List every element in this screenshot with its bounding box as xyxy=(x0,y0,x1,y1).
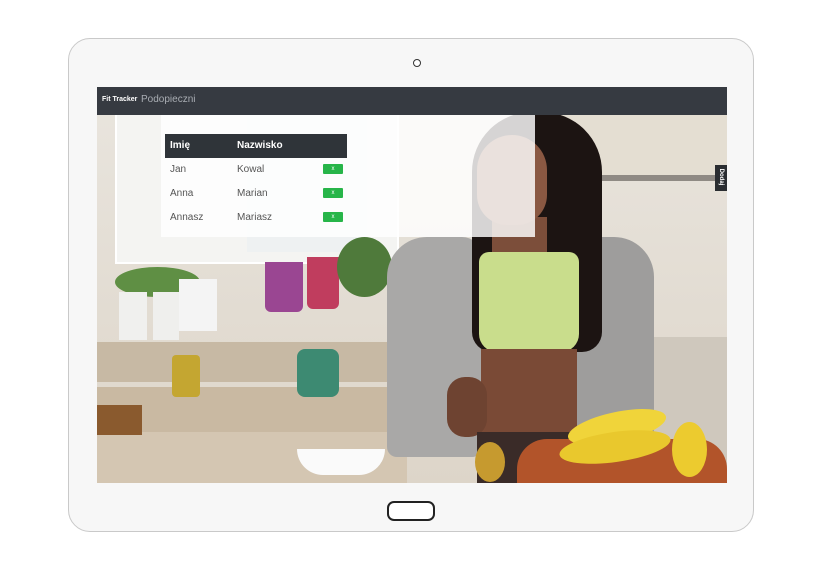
add-button[interactable]: Dodaj xyxy=(715,165,727,191)
first-name-cell: Anna xyxy=(170,188,194,199)
home-button[interactable] xyxy=(387,501,435,521)
delete-button[interactable]: x xyxy=(323,188,343,198)
table-row: Annasz Mariasz x xyxy=(165,206,347,230)
first-name-cell: Annasz xyxy=(170,212,204,223)
delete-button[interactable]: x xyxy=(323,212,343,222)
delete-button[interactable]: x xyxy=(323,164,343,174)
last-name-cell: Mariasz xyxy=(237,212,273,223)
last-name-cell: Marian xyxy=(237,188,268,199)
nav-link-podopieczni[interactable]: Podopieczni xyxy=(141,94,195,105)
brand-link[interactable]: Fit Tracker xyxy=(102,96,137,103)
column-header-last-name: Nazwisko xyxy=(237,140,283,151)
camera-icon xyxy=(413,59,421,67)
add-button-label: Dodaj xyxy=(718,168,724,186)
table-row: Anna Marian x xyxy=(165,182,347,206)
trainees-table: Imię Nazwisko Jan Kowal x Anna Marian x … xyxy=(165,134,347,230)
last-name-cell: Kowal xyxy=(237,164,265,175)
column-header-first-name: Imię xyxy=(170,140,191,151)
tablet-frame: Fit Tracker Podopieczni Imię Nazwisko Ja… xyxy=(68,38,754,532)
table-row: Jan Kowal x xyxy=(165,158,347,182)
screen: Fit Tracker Podopieczni Imię Nazwisko Ja… xyxy=(97,87,727,483)
top-navbar: Fit Tracker Podopieczni xyxy=(97,87,727,115)
table-header: Imię Nazwisko xyxy=(165,134,347,158)
first-name-cell: Jan xyxy=(170,164,187,175)
